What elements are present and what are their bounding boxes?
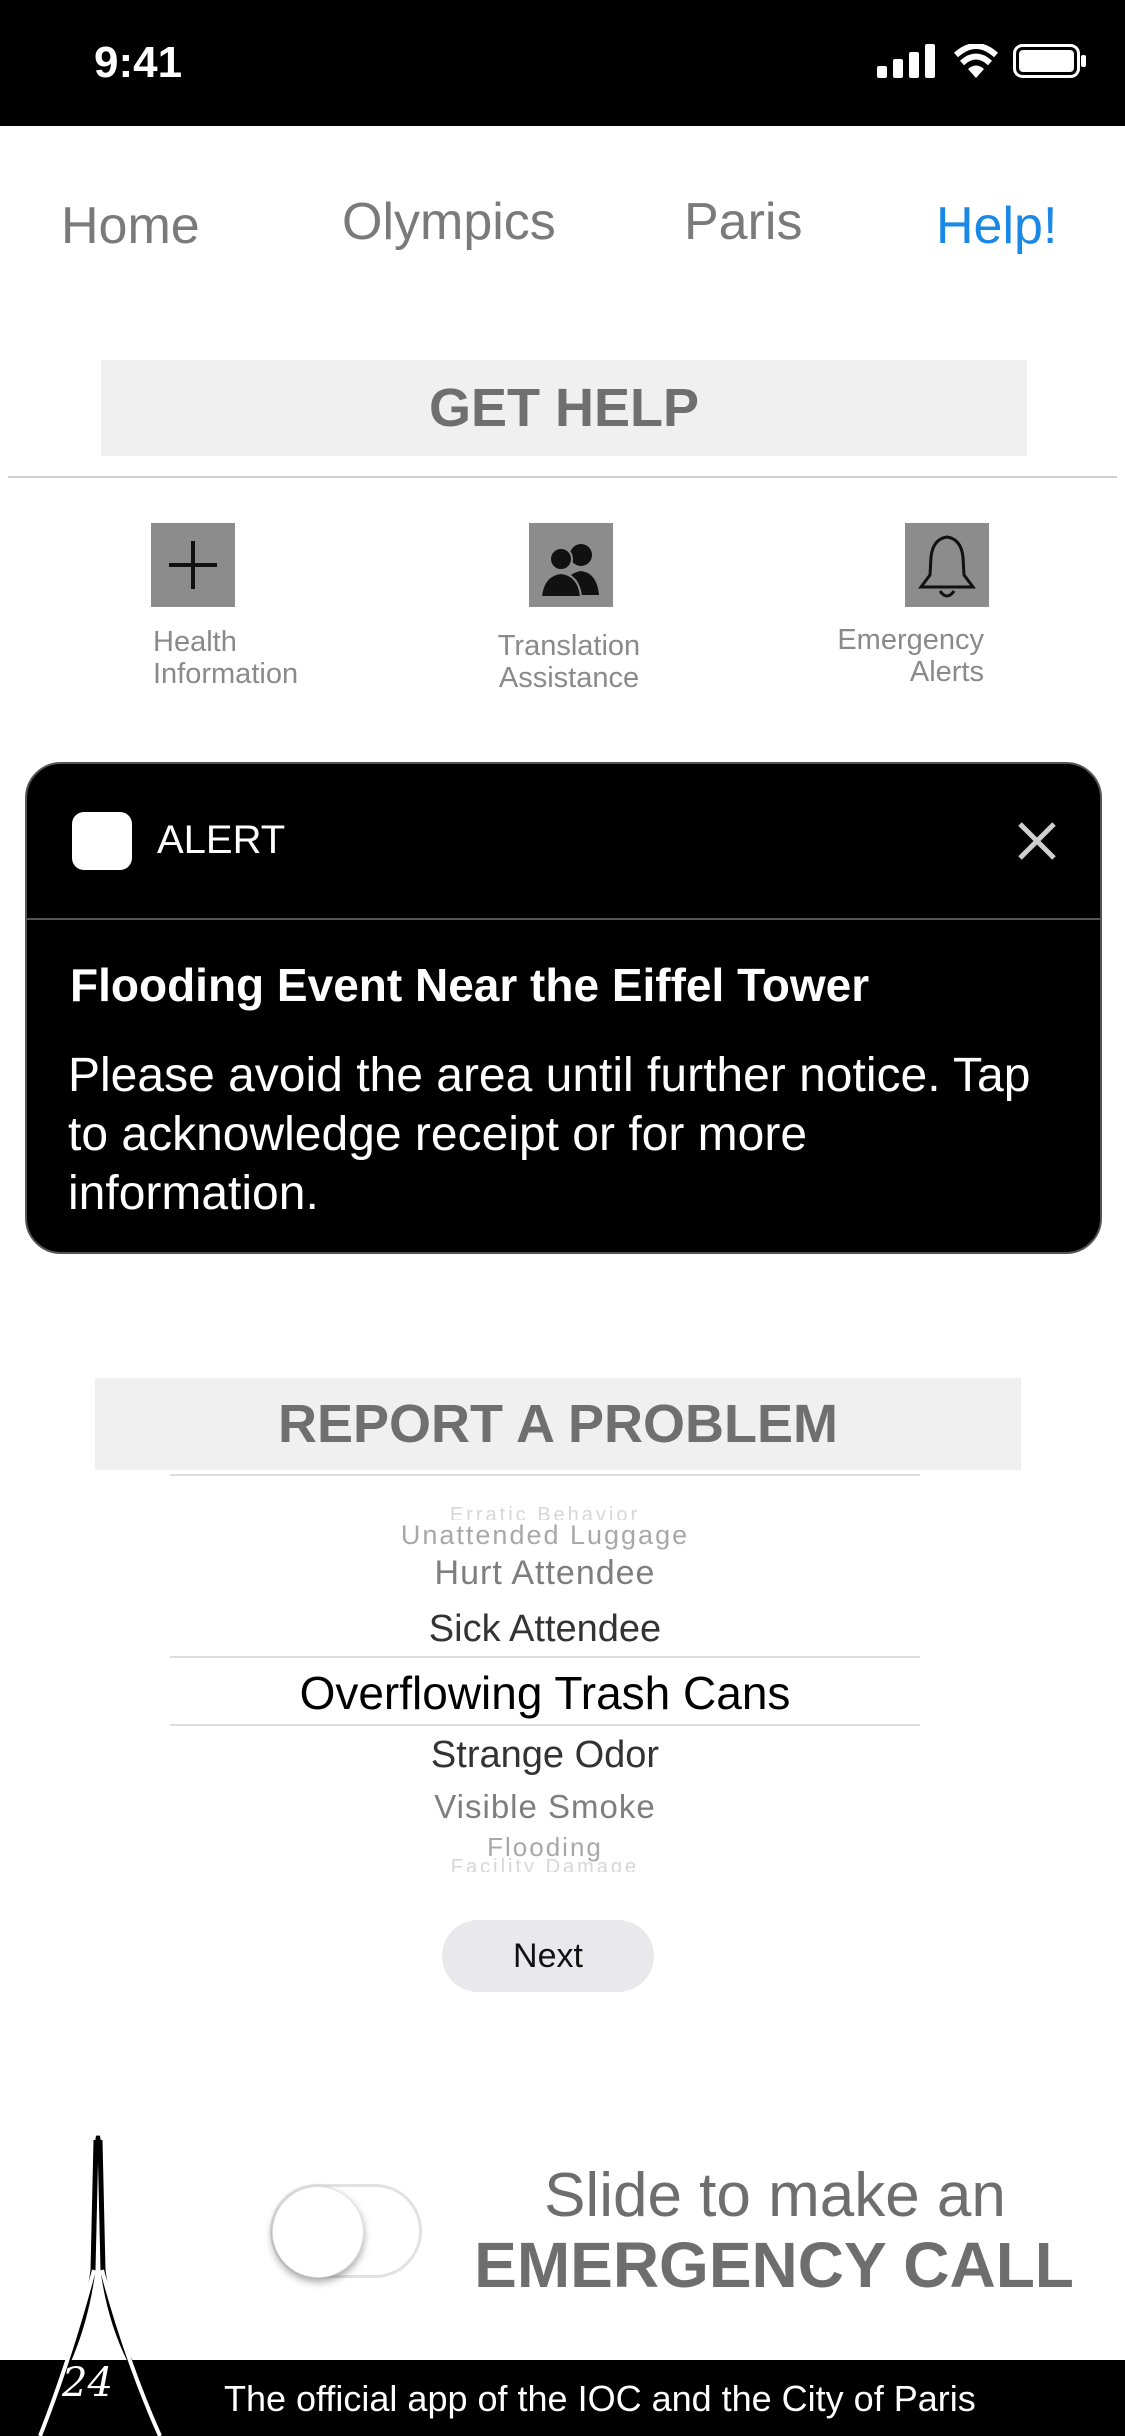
alert-app-icon xyxy=(72,812,132,870)
plus-icon xyxy=(169,541,217,589)
translation-assistance-button[interactable] xyxy=(529,523,613,607)
picker-option[interactable]: Erratic Behavior xyxy=(170,1504,920,1520)
picker-top-line xyxy=(170,1474,920,1476)
nav-home[interactable]: Home xyxy=(61,196,200,256)
nav-olympics[interactable]: Olympics xyxy=(342,192,556,252)
status-icons xyxy=(877,44,1087,78)
translation-assistance-label: Translation Assistance xyxy=(497,630,641,694)
picker-option[interactable]: Facility Damage xyxy=(170,1856,920,1872)
emergency-call-title: EMERGENCY CALL xyxy=(474,2229,1074,2301)
next-button[interactable]: Next xyxy=(442,1920,654,1992)
close-icon[interactable] xyxy=(1014,818,1060,864)
logo-text: 24 xyxy=(62,2360,113,2406)
wifi-icon xyxy=(953,44,999,78)
picker-selection-top xyxy=(170,1656,920,1658)
status-time: 9:41 xyxy=(94,38,183,87)
picker-option[interactable]: Unattended Luggage xyxy=(170,1520,920,1551)
picker-option[interactable]: Hurt Attendee xyxy=(170,1554,920,1593)
signal-icon xyxy=(877,44,935,78)
nav-paris[interactable]: Paris xyxy=(684,192,802,252)
picker-selection-bottom xyxy=(170,1724,920,1726)
health-information-label: Health Information xyxy=(153,626,299,690)
emergency-alerts-label: Emergency Alerts xyxy=(837,624,984,688)
people-icon xyxy=(539,544,599,598)
report-problem-header: REPORT A PROBLEM xyxy=(95,1378,1021,1470)
alert-divider xyxy=(27,918,1100,920)
health-information-button[interactable] xyxy=(151,523,235,607)
picker-option[interactable]: Visible Smoke xyxy=(170,1788,920,1826)
get-help-header: GET HELP xyxy=(101,360,1027,456)
nav-help[interactable]: Help! xyxy=(936,196,1057,256)
alert-body: Please avoid the area until further noti… xyxy=(68,1049,1031,1220)
footer-text: The official app of the IOC and the City… xyxy=(224,2378,976,2419)
picker-option[interactable]: Strange Odor xyxy=(170,1734,920,1777)
alert-title: Flooding Event Near the Eiffel Tower xyxy=(70,959,870,1011)
slider-knob[interactable] xyxy=(272,2186,364,2278)
picker-option[interactable]: Sick Attendee xyxy=(170,1608,920,1651)
alert-app-label: ALERT xyxy=(157,818,286,862)
picker-selected-option[interactable]: Overflowing Trash Cans xyxy=(170,1666,920,1720)
divider xyxy=(8,476,1117,478)
bell-icon xyxy=(918,535,976,598)
battery-icon xyxy=(1013,44,1086,78)
emergency-alerts-button[interactable] xyxy=(905,523,989,607)
emergency-call-prompt: Slide to make an xyxy=(544,2161,1006,2230)
